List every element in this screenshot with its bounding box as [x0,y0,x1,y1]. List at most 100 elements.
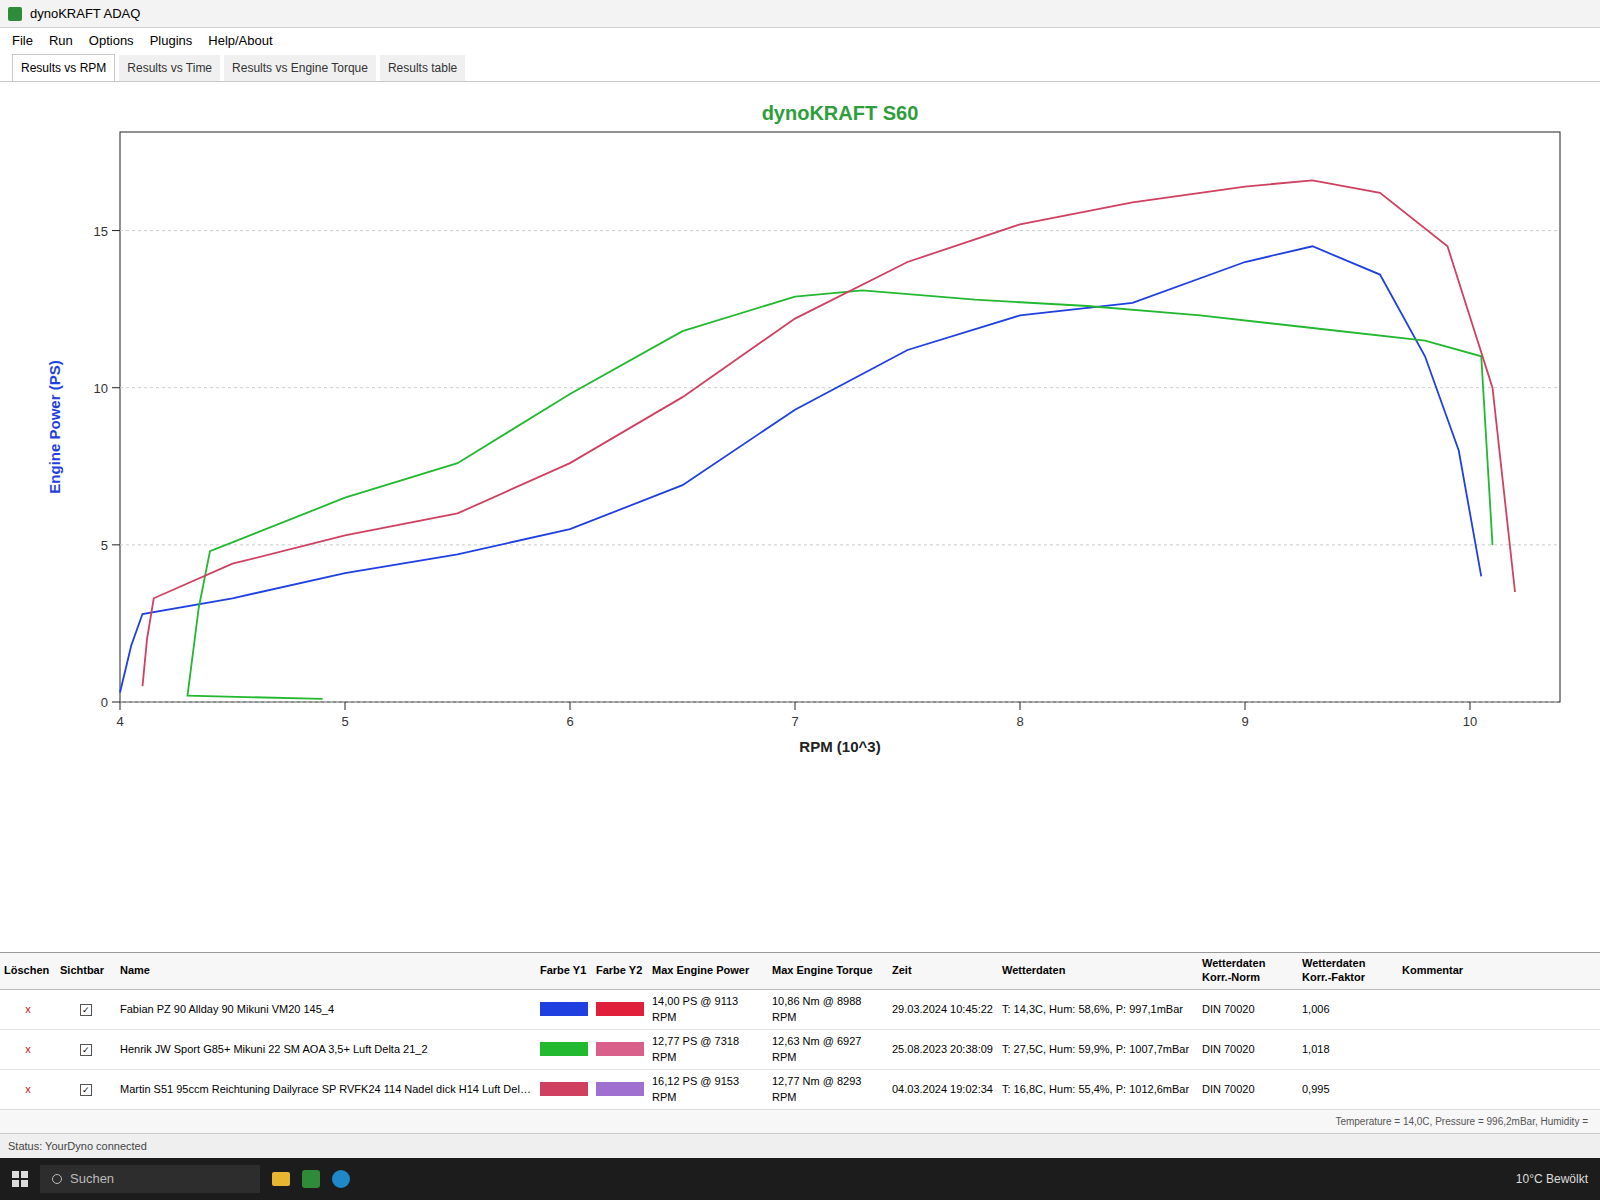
table-row[interactable]: x ✓ Henrik JW Sport G85+ Mikuni 22 SM AOA … [0,1029,1600,1069]
svg-text:9: 9 [1241,714,1248,729]
status-bar: Status: YourDyno connected [0,1133,1600,1159]
tab[interactable]: Results vs Engine Torque [224,55,376,81]
color-swatch-y2 [596,1042,644,1056]
menu-item[interactable]: Plugins [150,31,193,51]
svg-text:15: 15 [94,224,108,239]
power-curve [188,290,1493,699]
x-axis-label: RPM (10^3) [799,738,880,755]
power-chart: dynoKRAFT S60 0 5 10 15 4 5 6 7 8 9 10 RPM (10^3) Eng… [0,82,1600,782]
svg-text:6: 6 [566,714,573,729]
comment [1398,989,1600,1029]
run-name: Henrik JW Sport G85+ Mikuni 22 SM AOA 3,… [116,1029,536,1069]
x-tick: 6 [566,702,573,729]
app-window: dynoKRAFT ADAQ File Run Options Plugins Help/… [0,0,1600,1200]
x-tick: 8 [1016,702,1023,729]
chart-area: dynoKRAFT S60 0 5 10 15 4 5 6 7 8 9 10 RPM (10^3) Eng… [0,82,1600,952]
menu-item[interactable]: Options [89,31,134,51]
search-box[interactable]: Suchen [40,1165,260,1193]
x-tick: 4 [116,702,123,729]
run-time: 29.03.2024 10:45:22 [888,989,998,1029]
table-row[interactable]: x ✓ Fabian PZ 90 Allday 90 Mikuni VM20 145… [0,989,1600,1029]
x-tick: 7 [791,702,798,729]
windows-start-icon[interactable] [12,1171,28,1187]
svg-text:7: 7 [791,714,798,729]
x-tick: 9 [1241,702,1248,729]
column-header: Sichtbar [56,953,116,989]
results-table: LöschenSichtbarNameFarbe Y1Farbe Y2Max E… [0,952,1600,1133]
environment-readout: Temperature = 14,0C, Pressure = 996,2mBa… [0,1110,1600,1133]
visible-checkbox[interactable]: ✓ [80,1044,92,1056]
correction-factor: 1,018 [1298,1029,1398,1069]
comment [1398,1029,1600,1069]
y-tick: 0 [101,695,1560,710]
color-swatch-y2 [596,1082,644,1096]
correction-norm: DIN 70020 [1198,989,1298,1029]
weather-data: T: 27,5C, Hum: 59,9%, P: 1007,7mBar [998,1029,1198,1069]
run-name: Martin S51 95ccm Reichtuning Dailyrace S… [116,1069,536,1109]
chart-title: dynoKRAFT S60 [762,102,919,124]
table-row[interactable]: x ✓ Martin S51 95ccm Reichtuning Dailyrace… [0,1069,1600,1109]
column-header: Zeit [888,953,998,989]
column-header: Max Engine Power [648,953,768,989]
weather-widget[interactable]: 10°C Bewölkt [1516,1170,1588,1188]
visible-checkbox[interactable]: ✓ [80,1004,92,1016]
folder-icon[interactable] [272,1172,290,1186]
column-header: Max Engine Torque [768,953,888,989]
svg-text:4: 4 [116,714,123,729]
tab[interactable]: Results table [380,55,465,81]
delete-button[interactable]: x [0,989,56,1029]
column-header: Kommentar [1398,953,1600,989]
color-swatch-y1 [540,1042,588,1056]
svg-text:0: 0 [101,695,108,710]
menu-item[interactable]: File [12,31,33,51]
run-time: 04.03.2024 19:02:34 [888,1069,998,1109]
run-time: 25.08.2023 20:38:09 [888,1029,998,1069]
svg-text:8: 8 [1016,714,1023,729]
tab[interactable]: Results vs Time [119,55,220,81]
y-axis-label: Engine Power (PS) [46,360,63,493]
delete-button[interactable]: x [0,1029,56,1069]
search-icon [52,1174,62,1184]
dyno-app-icon[interactable] [302,1170,320,1188]
correction-norm: DIN 70020 [1198,1029,1298,1069]
color-swatch-y2 [596,1002,644,1016]
color-swatch-y1 [540,1082,588,1096]
svg-text:10: 10 [94,381,108,396]
y-tick: 5 [101,538,1560,553]
column-header: Wetterdaten Korr.-Norm [1198,953,1298,989]
tab[interactable]: Results vs RPM [12,54,115,81]
weather-data: T: 16,8C, Hum: 55,4%, P: 1012,6mBar [998,1069,1198,1109]
delete-button[interactable]: x [0,1069,56,1109]
max-torque: 12,77 Nm @ 8293 RPM [768,1069,888,1109]
max-torque: 12,63 Nm @ 6927 RPM [768,1029,888,1069]
power-curve [143,180,1516,686]
power-curve [120,246,1481,692]
max-power: 12,77 PS @ 7318 RPM [648,1029,768,1069]
table-header: LöschenSichtbarNameFarbe Y1Farbe Y2Max E… [0,953,1600,989]
column-header: Wetterdaten [998,953,1198,989]
column-header: Löschen [0,953,56,989]
correction-norm: DIN 70020 [1198,1069,1298,1109]
weather-data: T: 14,3C, Hum: 58,6%, P: 997,1mBar [998,989,1198,1029]
column-header: Name [116,953,536,989]
column-header: Farbe Y2 [592,953,648,989]
browser-icon[interactable] [332,1170,350,1188]
visible-checkbox[interactable]: ✓ [80,1084,92,1096]
correction-factor: 1,006 [1298,989,1398,1029]
max-torque: 10,86 Nm @ 8988 RPM [768,989,888,1029]
svg-text:5: 5 [341,714,348,729]
menu-bar: File Run Options Plugins Help/About [0,28,1600,54]
menu-item[interactable]: Run [49,31,73,51]
plot-frame [120,132,1560,702]
title-bar: dynoKRAFT ADAQ [0,0,1600,28]
x-tick: 5 [341,702,348,729]
column-header: Farbe Y1 [536,953,592,989]
comment [1398,1069,1600,1109]
menu-item[interactable]: Help/About [208,31,272,51]
max-power: 14,00 PS @ 9113 RPM [648,989,768,1029]
taskbar: Suchen 10°C Bewölkt [0,1158,1600,1200]
app-icon [8,7,22,21]
x-tick: 10 [1463,702,1477,729]
run-name: Fabian PZ 90 Allday 90 Mikuni VM20 145_4 [116,989,536,1029]
column-header: Wetterdaten Korr.-Faktor [1298,953,1398,989]
